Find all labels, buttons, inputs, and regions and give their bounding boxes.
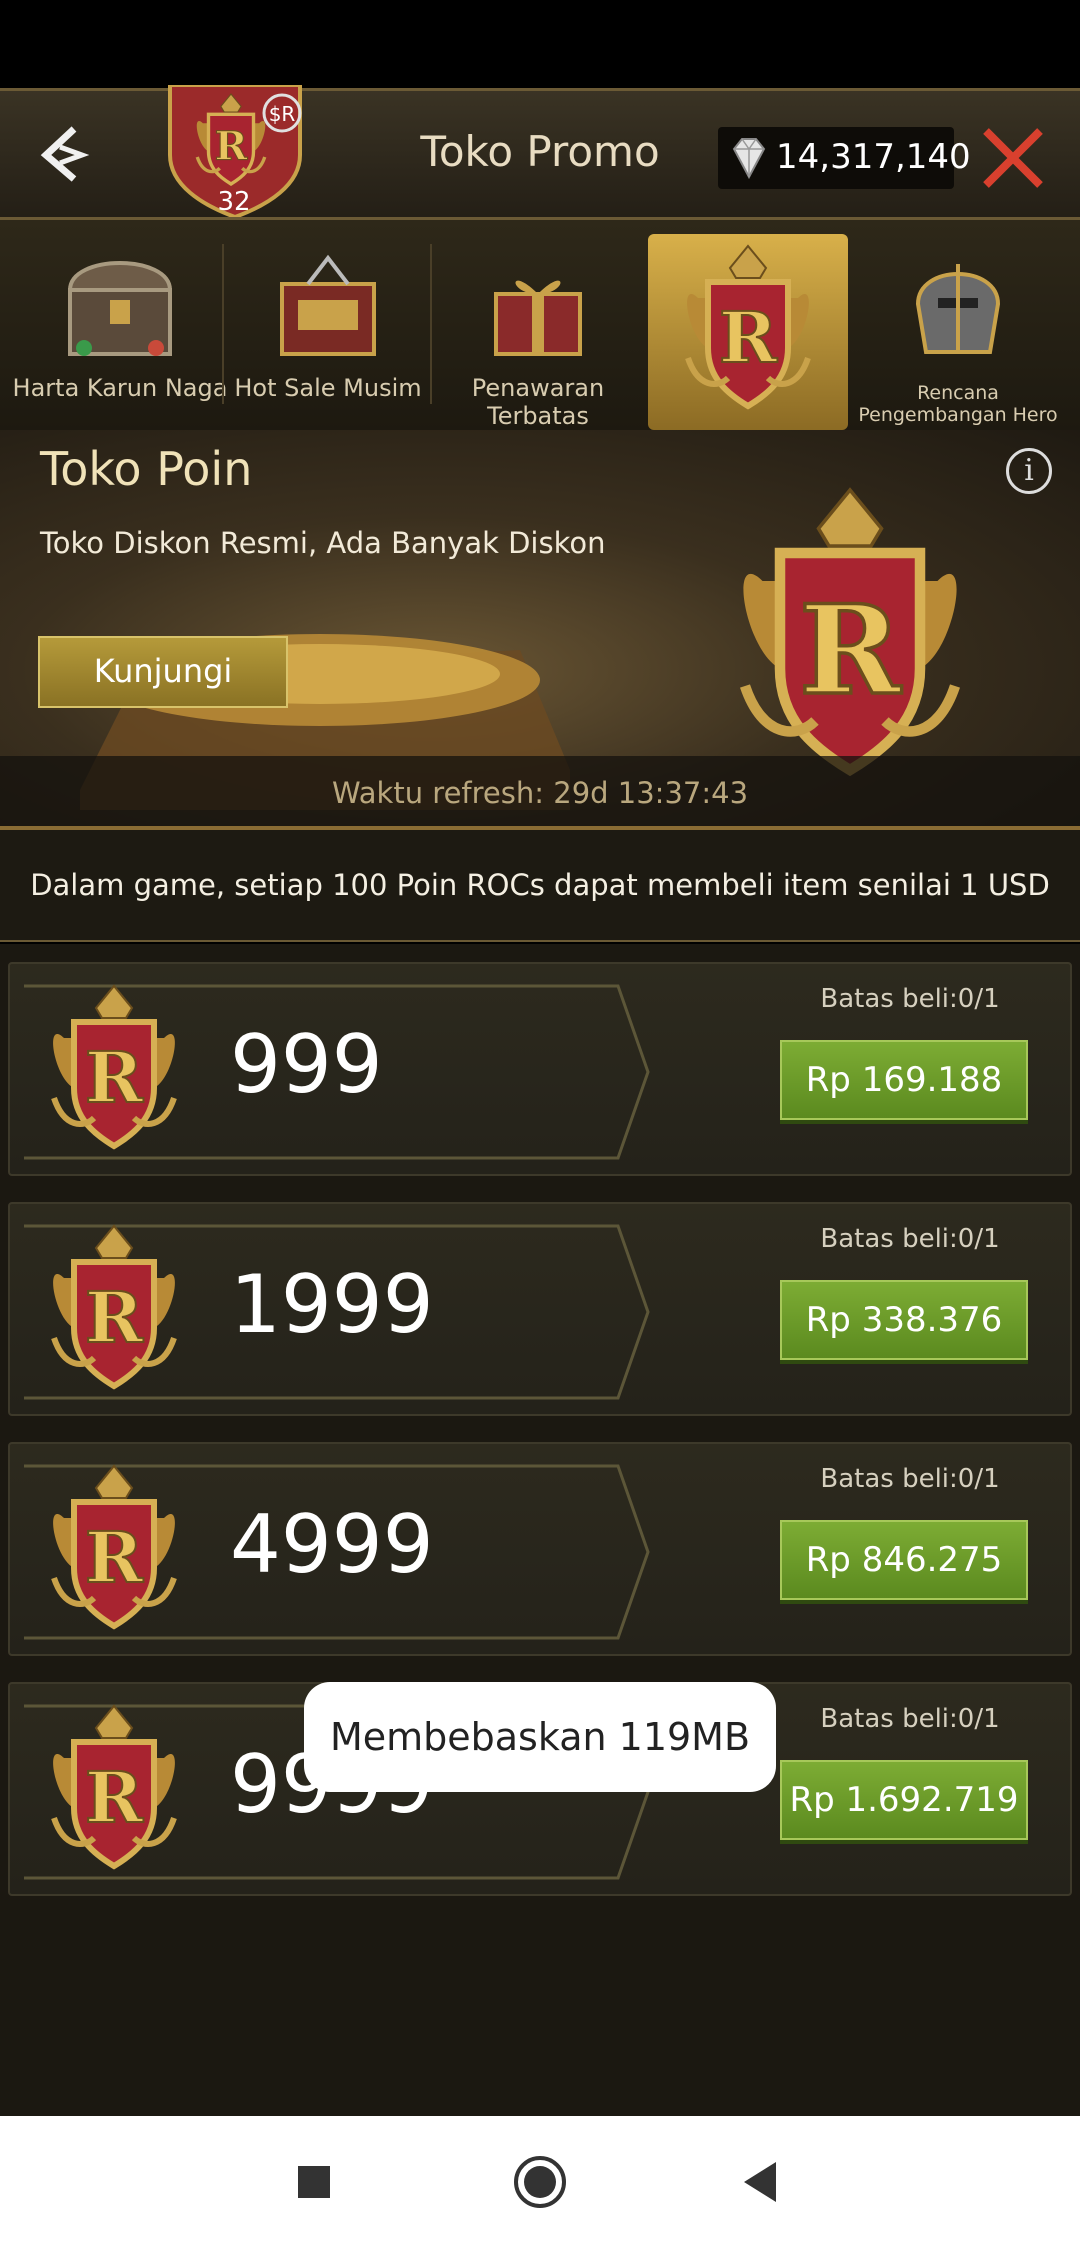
- purchase-limit: Batas beli:0/1: [820, 1704, 1000, 1734]
- tab-rencana-pengembangan-hero[interactable]: Rencana Pengembangan Hero: [858, 234, 1058, 430]
- close-button[interactable]: [976, 121, 1050, 195]
- page-title: Toko Promo: [420, 127, 660, 176]
- points-amount: 1999: [230, 1258, 434, 1351]
- banner-title: Toko Poin: [40, 442, 253, 496]
- recent-apps-button[interactable]: [282, 2150, 346, 2214]
- buy-button[interactable]: Rp 338.376: [780, 1280, 1028, 1360]
- diamond-icon: [732, 138, 766, 180]
- points-shop-banner: Toko Poin Toko Diskon Resmi, Ada Banyak …: [0, 430, 1080, 830]
- tab-toko-poin[interactable]: [648, 234, 848, 430]
- toast-message: Membebaskan 119MB: [304, 1682, 776, 1792]
- conversion-note: Dalam game, setiap 100 Poin ROCs dapat m…: [0, 830, 1080, 942]
- refresh-timer: Waktu refresh: 29d 13:37:43: [331, 776, 749, 810]
- player-level: 32: [217, 187, 251, 217]
- banner-subtitle: Toko Diskon Resmi, Ada Banyak Diskon: [40, 526, 606, 560]
- back-arrow-icon: [40, 126, 90, 182]
- visit-button[interactable]: Kunjungi: [38, 636, 288, 708]
- points-amount: 4999: [230, 1498, 434, 1591]
- diamond-count: 14,317,140: [776, 137, 971, 177]
- diamond-balance[interactable]: 14,317,140: [718, 127, 971, 189]
- r-emblem-icon: [34, 978, 194, 1154]
- close-icon: [983, 128, 1043, 188]
- tab-label: Hot Sale Musim: [234, 374, 422, 402]
- r-emblem-icon: [668, 238, 828, 414]
- chest-icon: [280, 254, 376, 356]
- info-icon: i: [1024, 453, 1034, 488]
- tab-hot-sale-musim[interactable]: Hot Sale Musim: [228, 234, 428, 430]
- header: $R 32 Toko Promo 14,317,140: [0, 83, 1080, 220]
- svg-text:$R: $R: [269, 102, 296, 126]
- tab-label: Penawaran Terbatas: [471, 374, 605, 430]
- list-item: 1999 Batas beli:0/1 Rp 338.376: [8, 1202, 1072, 1416]
- gift-box-icon: [494, 280, 582, 356]
- buy-button[interactable]: Rp 846.275: [780, 1520, 1028, 1600]
- buy-button[interactable]: Rp 1.692.719: [780, 1760, 1028, 1840]
- purchase-limit: Batas beli:0/1: [820, 1224, 1000, 1254]
- square-icon: [298, 2166, 330, 2198]
- conversion-note-text: Dalam game, setiap 100 Poin ROCs dapat m…: [30, 868, 1050, 902]
- back-nav-button[interactable]: [730, 2150, 794, 2214]
- tab-harta-karun-naga[interactable]: Harta Karun Naga: [13, 234, 227, 430]
- purchase-limit: Batas beli:0/1: [820, 984, 1000, 1014]
- info-button[interactable]: i: [1006, 448, 1052, 494]
- r-emblem-icon: [34, 1218, 194, 1394]
- list-item: 4999 Batas beli:0/1 Rp 846.275: [8, 1442, 1072, 1656]
- tab-penawaran-terbatas[interactable]: Penawaran Terbatas: [438, 234, 638, 430]
- home-button[interactable]: [508, 2150, 572, 2214]
- r-emblem-icon: [710, 470, 990, 790]
- back-button[interactable]: [30, 119, 100, 189]
- r-emblem-icon: [34, 1458, 194, 1634]
- status-bar: [0, 0, 1080, 88]
- purchase-limit: Batas beli:0/1: [820, 1464, 1000, 1494]
- system-nav-bar: [0, 2116, 1080, 2246]
- r-emblem-icon: [34, 1698, 194, 1874]
- triangle-back-icon: [744, 2162, 776, 2202]
- buy-button[interactable]: Rp 169.188: [780, 1040, 1028, 1120]
- home-circle-icon: [514, 2156, 566, 2208]
- points-amount: 999: [230, 1018, 383, 1111]
- promo-tabs: Harta Karun Naga Hot Sale Musim Penawara…: [0, 220, 1080, 430]
- list-item: 999 Batas beli:0/1 Rp 169.188: [8, 962, 1072, 1176]
- helmet-icon: [915, 264, 1001, 354]
- refresh-strip: Waktu refresh: 29d 13:37:43: [0, 756, 1080, 830]
- tab-label: Rencana Pengembangan Hero: [858, 382, 1058, 426]
- tab-label: Harta Karun Naga: [12, 374, 228, 402]
- offer-list: 999 Batas beli:0/1 Rp 169.188 1999 Batas…: [0, 944, 1080, 2116]
- treasure-chest-icon: [67, 261, 173, 356]
